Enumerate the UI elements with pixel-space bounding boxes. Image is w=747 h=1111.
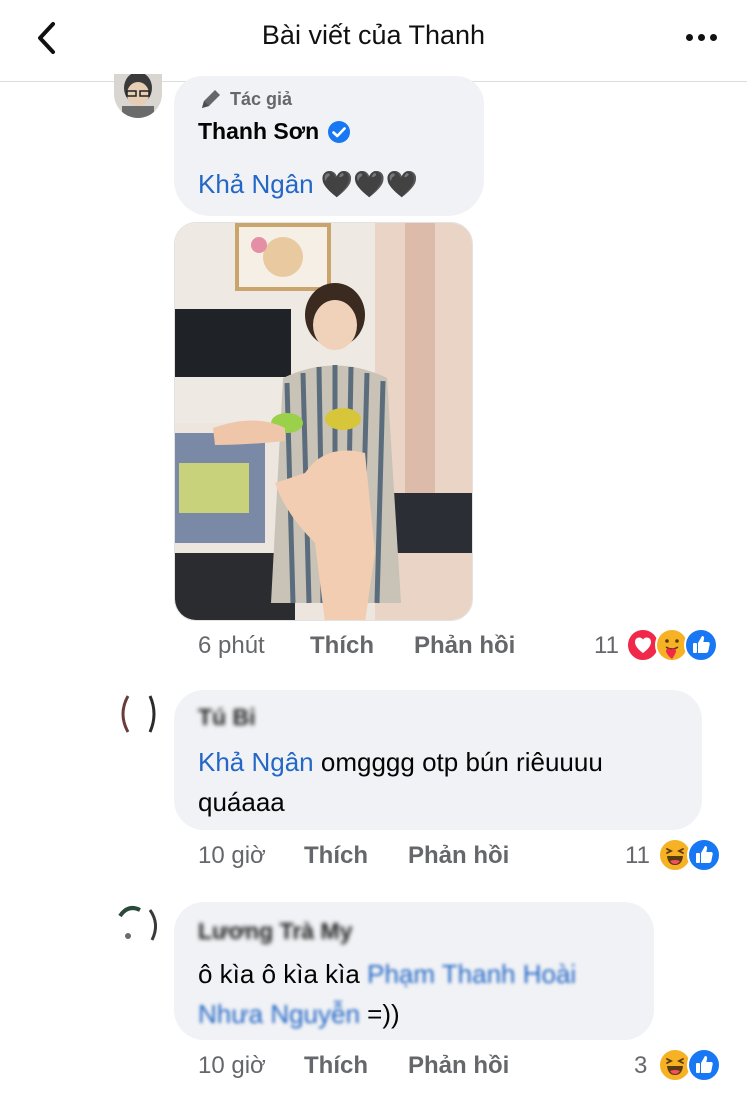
photo-image xyxy=(175,223,472,620)
comment-body: ô kìa ô kìa kìa xyxy=(198,959,360,989)
reaction-count[interactable]: 11 xyxy=(625,842,650,870)
comment-time[interactable]: 10 giờ xyxy=(198,842,266,870)
comment-time[interactable]: 6 phút xyxy=(198,632,265,660)
reply-button[interactable]: Phản hồi xyxy=(408,1052,509,1080)
comment-time[interactable]: 10 giờ xyxy=(198,1052,266,1080)
like-reaction-icon xyxy=(684,628,718,662)
reaction-count[interactable]: 11 xyxy=(594,632,619,660)
avatar[interactable] xyxy=(114,900,162,948)
comment-author[interactable]: Tú Bi xyxy=(198,704,256,731)
comment-author-row: Tú Bi xyxy=(198,704,256,731)
avatar-image xyxy=(114,900,162,948)
comment-author[interactable]: Lương Trà My xyxy=(198,918,352,945)
comment-text: Khả Ngân 🖤🖤🖤 xyxy=(198,164,418,204)
mention-link[interactable]: Nhưa Nguyễn xyxy=(198,999,360,1029)
top-bar: Bài viết của Thanh xyxy=(0,0,747,82)
comment-photo[interactable] xyxy=(174,222,473,621)
reply-button[interactable]: Phản hồi xyxy=(408,842,509,870)
like-reaction-icon xyxy=(687,838,721,872)
comment-author-row: Lương Trà My xyxy=(198,918,352,945)
comment-meta: 10 giờ Thích Phản hồi xyxy=(198,1052,528,1082)
mention-link[interactable]: Khả Ngân xyxy=(198,169,314,199)
avatar[interactable] xyxy=(114,690,162,738)
comment-bubble: Tú Bi Khả Ngân omgggg otp bún riêuuuu qu… xyxy=(174,690,702,830)
avatar-image xyxy=(114,74,162,118)
comment-author-row: Thanh Sơn xyxy=(198,118,351,145)
dot-icon xyxy=(697,33,705,41)
like-button[interactable]: Thích xyxy=(304,1052,368,1080)
like-reaction-icon xyxy=(687,1048,721,1082)
avatar[interactable] xyxy=(114,74,162,118)
page-title: Bài viết của Thanh xyxy=(261,20,486,50)
reaction-icons[interactable] xyxy=(626,628,718,662)
comment-meta: 6 phút Thích Phản hồi xyxy=(198,632,518,662)
comment-bubble: Tác giả Thanh Sơn Khả Ngân 🖤🖤🖤 xyxy=(174,76,484,216)
like-button[interactable]: Thích xyxy=(304,842,368,870)
comment-body: omgggg otp bún riêuuuu xyxy=(320,747,603,777)
dot-icon xyxy=(709,33,717,41)
mention-link[interactable]: Khả Ngân xyxy=(198,747,314,777)
author-badge: Tác giả xyxy=(198,86,292,112)
reaction-icons[interactable] xyxy=(658,838,721,872)
more-options-button[interactable] xyxy=(679,22,723,52)
pen-icon xyxy=(202,90,220,108)
reaction-icons[interactable] xyxy=(658,1048,721,1082)
comment-body-suffix: =)) xyxy=(359,999,400,1029)
verified-badge-icon xyxy=(328,120,351,143)
comment-body: 🖤🖤🖤 xyxy=(320,169,419,199)
comment-author[interactable]: Thanh Sơn xyxy=(198,118,319,145)
like-button[interactable]: Thích xyxy=(310,632,374,660)
comment-text: ô kìa ô kìa kìa Phạm Thanh Hoài Nhưa Ngu… xyxy=(198,954,576,1034)
comment-bubble: Lương Trà My ô kìa ô kìa kìa Phạm Thanh … xyxy=(174,902,654,1040)
author-badge-label: Tác giả xyxy=(230,88,293,109)
avatar-image xyxy=(114,690,162,738)
dot-icon xyxy=(685,33,693,41)
comment-meta: 10 giờ Thích Phản hồi xyxy=(198,842,528,872)
comment-body-continued: quáaaa xyxy=(198,787,285,817)
comment-text: Khả Ngân omgggg otp bún riêuuuu quáaaa xyxy=(198,742,603,822)
reply-button[interactable]: Phản hồi xyxy=(414,632,515,660)
reaction-count[interactable]: 3 xyxy=(634,1052,647,1080)
mention-link[interactable]: Phạm Thanh Hoài xyxy=(367,959,576,989)
